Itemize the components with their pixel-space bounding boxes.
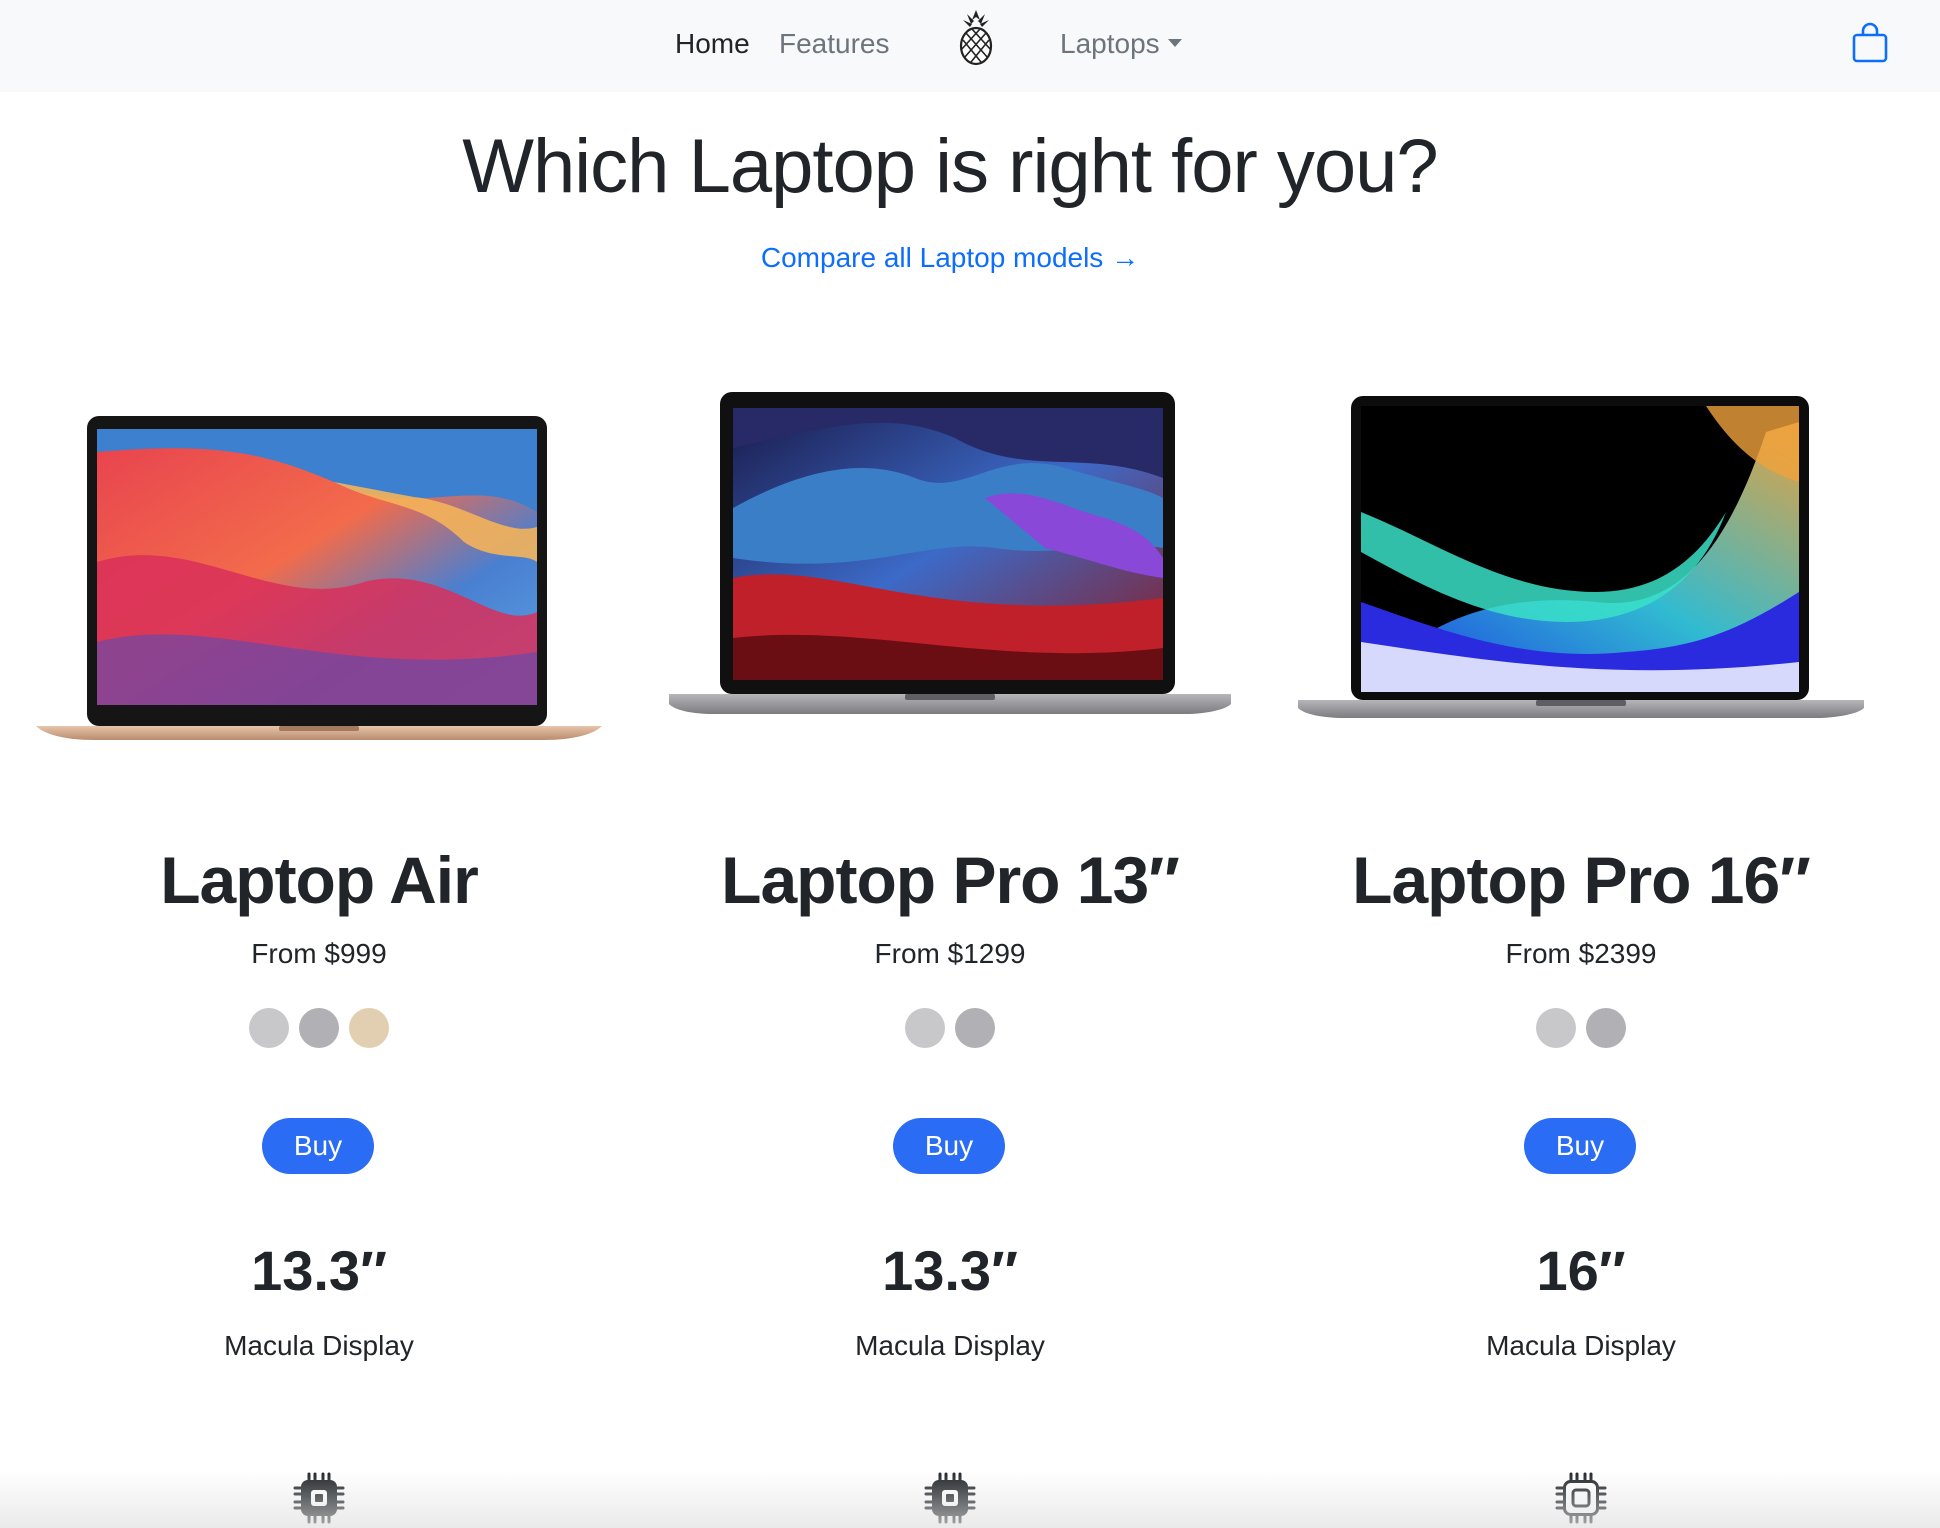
- product-name: Laptop Pro 16″: [1352, 843, 1811, 917]
- display-size: 16″: [1536, 1239, 1626, 1302]
- chevron-down-icon: [1167, 39, 1182, 47]
- compare-models-link[interactable]: Compare all Laptop models →: [0, 240, 1900, 276]
- shopping-bag-icon[interactable]: [1850, 22, 1890, 64]
- nav-laptops-dropdown[interactable]: Laptops: [1060, 26, 1182, 62]
- laptop-pro-13-image: [669, 392, 1231, 714]
- product-price: From $1299: [874, 938, 1026, 969]
- color-swatch-space-gray[interactable]: [299, 1008, 339, 1048]
- color-swatch-space-gray[interactable]: [955, 1008, 995, 1048]
- color-swatch-space-gray[interactable]: [1586, 1008, 1626, 1048]
- color-swatch-gold[interactable]: [349, 1008, 389, 1048]
- display-label: Macula Display: [855, 1330, 1045, 1361]
- buy-button[interactable]: Buy: [262, 1118, 374, 1174]
- color-swatches: [640, 1008, 1260, 1048]
- color-swatches: [9, 1008, 629, 1048]
- color-swatch-silver[interactable]: [249, 1008, 289, 1048]
- color-swatches: [1271, 1008, 1891, 1048]
- product-price: From $999: [251, 938, 387, 969]
- product-column-laptop-pro-16: Laptop Pro 16″ From $2399 Buy 16″ Macula…: [1271, 360, 1891, 1528]
- chip-outline-icon: [1555, 1472, 1607, 1524]
- nav-home-link[interactable]: Home: [675, 26, 750, 62]
- pineapple-logo-icon[interactable]: [955, 6, 997, 66]
- display-size: 13.3″: [882, 1239, 1018, 1302]
- nav-features-link[interactable]: Features: [779, 26, 890, 62]
- navbar: Home Features Laptops: [0, 0, 1940, 92]
- product-price: From $2399: [1505, 938, 1657, 969]
- laptop-air-image: [36, 416, 602, 740]
- page-title: Which Laptop is right for you?: [462, 124, 1438, 209]
- display-size: 13.3″: [251, 1239, 387, 1302]
- buy-button[interactable]: Buy: [1524, 1118, 1636, 1174]
- product-name: Laptop Air: [160, 843, 479, 917]
- color-swatch-silver[interactable]: [905, 1008, 945, 1048]
- product-column-laptop-pro-13: Laptop Pro 13″ From $1299 Buy 13.3″ Macu…: [640, 360, 1260, 1528]
- buy-button[interactable]: Buy: [893, 1118, 1005, 1174]
- color-swatch-silver[interactable]: [1536, 1008, 1576, 1048]
- display-label: Macula Display: [1486, 1330, 1676, 1361]
- display-label: Macula Display: [224, 1330, 414, 1361]
- laptop-pro-16-image: [1298, 396, 1864, 718]
- chip-filled-icon: [293, 1472, 345, 1524]
- product-name: Laptop Pro 13″: [721, 843, 1180, 917]
- chip-filled-icon: [924, 1472, 976, 1524]
- product-column-laptop-air: Laptop Air From $999 Buy 13.3″ Macula Di…: [9, 360, 629, 1528]
- nav-laptops-label: Laptops: [1060, 28, 1160, 59]
